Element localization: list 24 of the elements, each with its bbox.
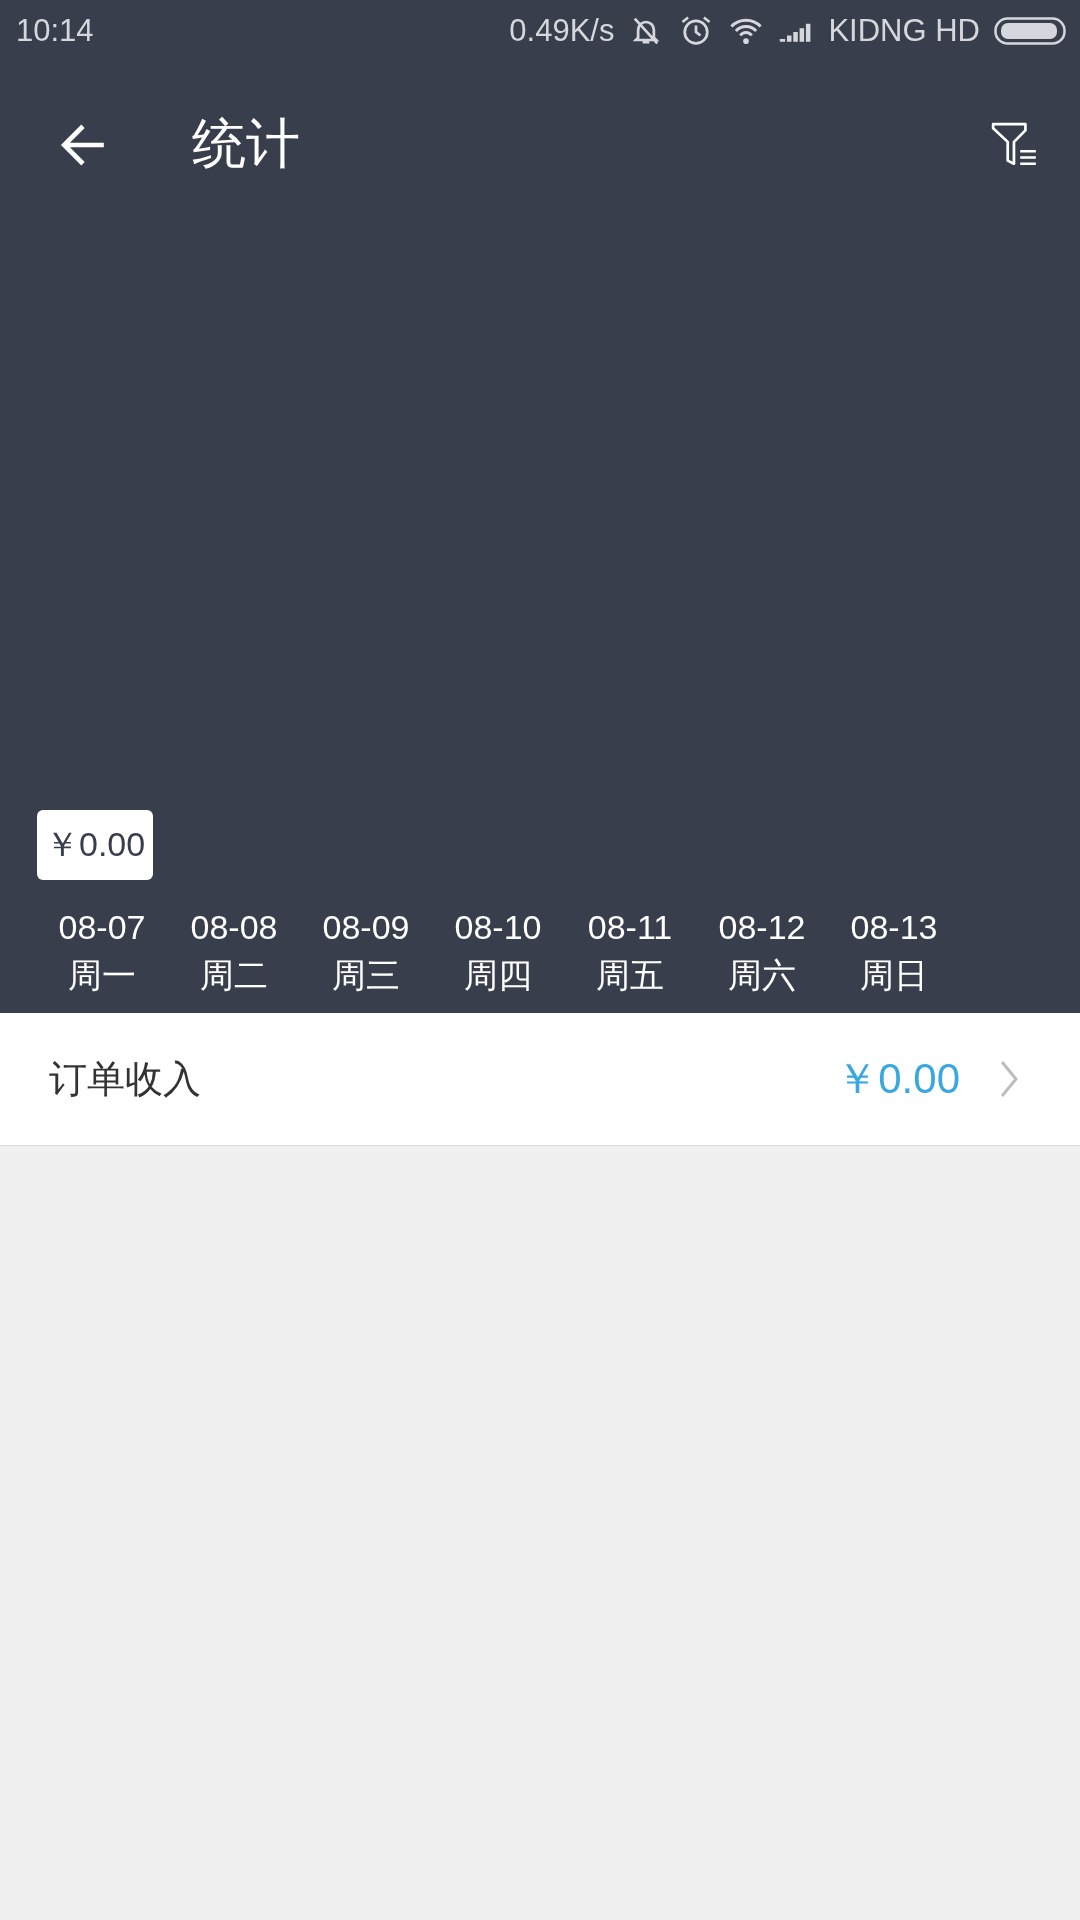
status-time: 10:14 <box>16 13 94 49</box>
day-weekday: 周日 <box>860 955 928 996</box>
day-weekday: 周六 <box>728 955 796 996</box>
income-row[interactable]: 订单收入 ￥0.00 <box>0 1013 1080 1146</box>
chevron-right-icon <box>998 1059 1020 1099</box>
page-title: 统计 <box>192 112 301 175</box>
row-amount: ￥0.00 <box>836 1054 960 1104</box>
day-weekday: 周三 <box>332 955 400 996</box>
day-weekday: 周一 <box>68 955 136 996</box>
day-date: 08-13 <box>850 908 938 947</box>
value-tooltip: ￥0.00 <box>37 810 154 880</box>
day-date: 08-07 <box>58 908 146 947</box>
day-date: 08-10 <box>454 908 542 947</box>
carrier-name: KIDNG HD <box>828 13 980 49</box>
day-date: 08-12 <box>718 908 806 947</box>
day-weekday: 周五 <box>596 955 664 996</box>
day-weekday: 周二 <box>200 955 268 996</box>
day-date: 08-08 <box>190 908 278 947</box>
day-date: 08-09 <box>322 908 410 947</box>
day-weekday: 周四 <box>464 955 532 996</box>
day-date: 08-11 <box>587 908 673 947</box>
battery-icon <box>994 17 1066 45</box>
network-speed: 0.49K/s <box>509 13 615 49</box>
row-label: 订单收入 <box>49 1056 202 1102</box>
